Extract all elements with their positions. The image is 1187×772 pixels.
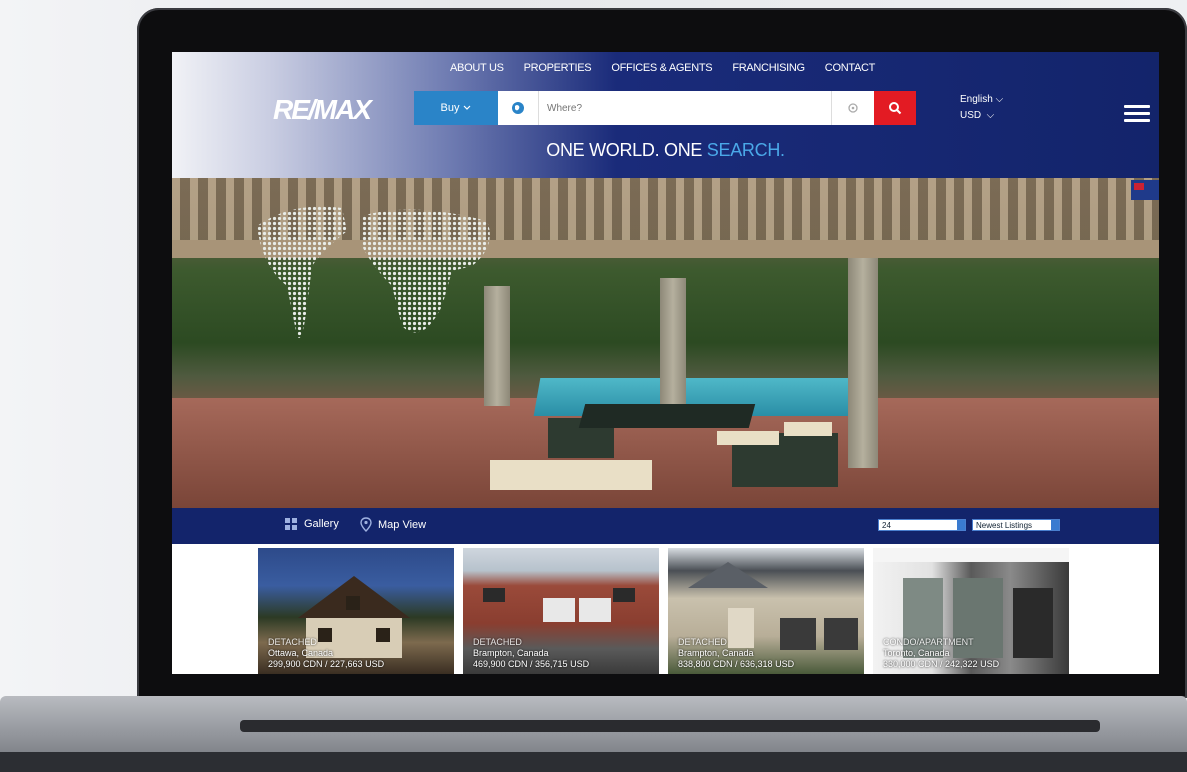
search-button[interactable]	[874, 91, 916, 125]
listing-price: 469,900 CDN / 356,715 USD	[473, 659, 590, 669]
tagline: ONE WORLD. ONE SEARCH.	[172, 140, 1159, 161]
pillar	[660, 278, 686, 408]
map-view-toggle[interactable]: Map View	[360, 517, 426, 532]
results-view-bar: Gallery Map View 24 Newest Listings	[172, 508, 1159, 544]
listing-location: Toronto, Canada	[883, 648, 950, 658]
world-map-graphic	[257, 206, 490, 338]
listing-type: DETACHED	[678, 637, 727, 647]
laptop-keyboard	[240, 720, 1100, 732]
language-label: English	[960, 94, 993, 105]
listing-type: DETACHED	[473, 637, 522, 647]
chevron-down-icon	[1051, 520, 1059, 530]
listing-caption: DETACHED Ottawa, Canada 299,900 CDN / 22…	[268, 637, 384, 670]
chevron-down-icon: ⌵	[983, 110, 995, 121]
chair-cushion	[717, 431, 779, 445]
nav-contact[interactable]: CONTACT	[825, 62, 876, 74]
chair-cushion	[784, 422, 832, 436]
laptop-base-shadow	[0, 752, 1187, 772]
chevron-down-icon	[464, 105, 471, 110]
nav-properties[interactable]: PROPERTIES	[524, 62, 592, 74]
chevron-down-icon	[957, 520, 965, 530]
sort-select[interactable]: Newest Listings	[972, 519, 1060, 531]
patio-table	[578, 404, 756, 428]
tagline-accent: SEARCH.	[706, 140, 785, 160]
laptop-screen: ABOUT US PROPERTIES OFFICES & AGENTS FRA…	[172, 52, 1159, 674]
listing-card[interactable]: DETACHED Brampton, Canada 838,800 CDN / …	[668, 548, 864, 674]
hero-image	[172, 178, 1159, 508]
locale-selector: English ⌵ USD ⌵	[960, 92, 1003, 124]
listing-price: 299,900 CDN / 227,663 USD	[268, 659, 385, 669]
listing-type: DETACHED	[268, 637, 317, 647]
pillar	[848, 258, 878, 468]
nav-franchising[interactable]: FRANCHISING	[732, 62, 805, 74]
globe-icon[interactable]	[498, 91, 539, 125]
language-dropdown[interactable]: English ⌵	[960, 92, 1003, 108]
chair-cushion	[490, 460, 652, 490]
site-header: ABOUT US PROPERTIES OFFICES & AGENTS FRA…	[172, 52, 1159, 178]
search-icon	[889, 102, 902, 115]
listing-location: Ottawa, Canada	[268, 648, 334, 658]
listing-location: Brampton, Canada	[678, 648, 754, 658]
listing-card[interactable]: CONDO/APARTMENT Toronto, Canada 330,000 …	[873, 548, 1069, 674]
currency-dropdown[interactable]: USD ⌵	[960, 108, 1003, 124]
gallery-label: Gallery	[304, 518, 339, 530]
top-navigation: ABOUT US PROPERTIES OFFICES & AGENTS FRA…	[450, 62, 875, 74]
listing-location: Brampton, Canada	[473, 648, 549, 658]
map-pin-icon	[360, 517, 372, 532]
flag-icon[interactable]	[1131, 180, 1159, 200]
remax-logo[interactable]: RE/MAX	[273, 94, 372, 126]
listing-card[interactable]: DETACHED Brampton, Canada 469,900 CDN / …	[463, 548, 659, 674]
sort-value: Newest Listings	[976, 520, 1033, 530]
listing-caption: DETACHED Brampton, Canada 469,900 CDN / …	[473, 637, 589, 670]
per-page-value: 24	[882, 520, 891, 530]
listing-price: 330,000 CDN / 242,322 USD	[883, 659, 1000, 669]
listing-caption: DETACHED Brampton, Canada 838,800 CDN / …	[678, 637, 794, 670]
listing-type: CONDO/APARTMENT	[883, 637, 974, 647]
results-per-page-select[interactable]: 24	[878, 519, 966, 531]
chevron-down-icon: ⌵	[995, 94, 1004, 105]
listing-cards: DETACHED Ottawa, Canada 299,900 CDN / 22…	[258, 548, 1069, 674]
locate-me-icon[interactable]	[831, 91, 874, 125]
listing-type-label: Buy	[440, 102, 460, 114]
search-bar: Buy	[414, 91, 916, 125]
gallery-view-toggle[interactable]: Gallery	[284, 517, 339, 531]
grid-icon	[285, 518, 297, 530]
location-search-input[interactable]	[539, 91, 831, 125]
nav-offices-agents[interactable]: OFFICES & AGENTS	[611, 62, 712, 74]
listing-price: 838,800 CDN / 636,318 USD	[678, 659, 795, 669]
hamburger-menu-icon[interactable]	[1124, 105, 1150, 126]
listing-caption: CONDO/APARTMENT Toronto, Canada 330,000 …	[883, 637, 999, 670]
listing-card[interactable]: DETACHED Ottawa, Canada 299,900 CDN / 22…	[258, 548, 454, 674]
tagline-main: ONE WORLD. ONE	[546, 140, 707, 160]
listing-type-dropdown[interactable]: Buy	[414, 91, 498, 125]
currency-label: USD	[960, 110, 982, 121]
map-view-label: Map View	[378, 518, 427, 531]
nav-about-us[interactable]: ABOUT US	[450, 62, 504, 74]
